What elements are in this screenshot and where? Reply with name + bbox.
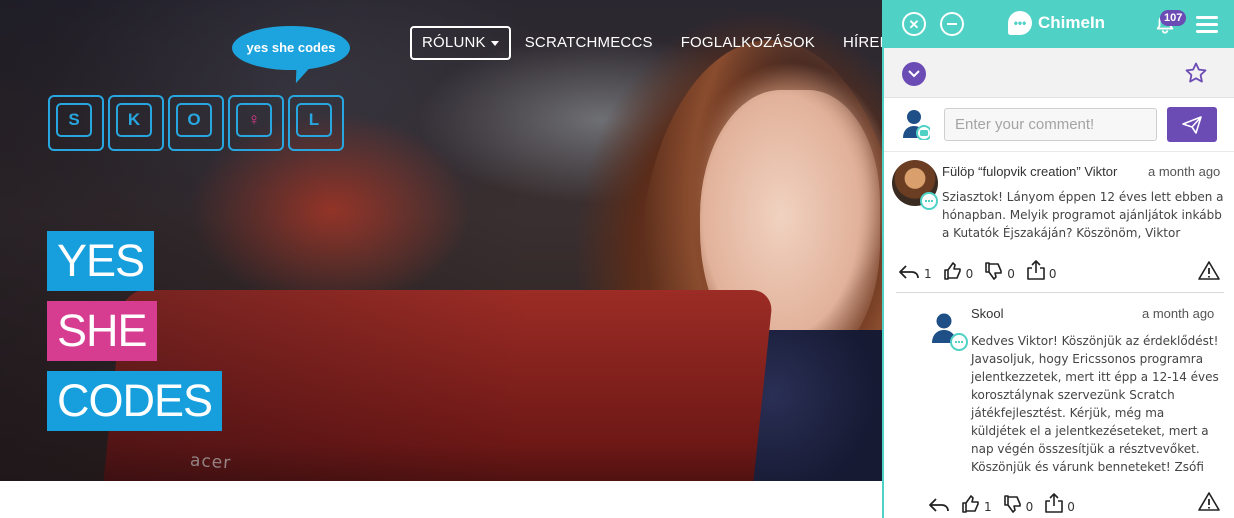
share-icon xyxy=(1045,493,1064,513)
like-button[interactable]: 0 xyxy=(943,262,974,281)
reply-button[interactable]: 1 xyxy=(898,264,932,280)
user-avatar-icon xyxy=(903,110,930,140)
dislike-count: 0 xyxy=(1025,500,1034,514)
reply-count: 1 xyxy=(924,267,932,281)
caret-down-icon xyxy=(490,40,499,46)
chevron-down-icon[interactable] xyxy=(902,62,926,86)
send-button[interactable] xyxy=(1167,107,1217,142)
share-button[interactable]: 0 xyxy=(1027,260,1057,280)
dislike-count: 0 xyxy=(1007,267,1015,281)
comment-body: Kedves Viktor! Köszönjük az érdeklődést!… xyxy=(971,334,1219,474)
headline-yes: YES xyxy=(47,231,155,291)
comment-actions: 1 0 0 xyxy=(928,493,1087,513)
thumbs-down-icon xyxy=(985,262,1003,280)
menu-icon[interactable] xyxy=(1196,16,1218,37)
logo-key: K xyxy=(108,95,164,151)
like-button[interactable]: 1 xyxy=(962,495,992,513)
send-icon xyxy=(1182,115,1202,134)
dislike-button[interactable]: 0 xyxy=(985,262,1015,280)
main-nav: RÓLUNK SCRATCHMECCS FOGLALKOZÁSOK HÍREK xyxy=(410,26,882,60)
comment-time: a month ago xyxy=(1142,306,1215,321)
reply-item: Skool a month ago Kedves Viktor! Köszönj… xyxy=(928,305,1228,515)
notification-count-badge: 107 xyxy=(1160,10,1187,26)
dislike-button[interactable]: 0 xyxy=(1003,495,1034,514)
like-count: 0 xyxy=(965,267,974,281)
report-warning-icon[interactable] xyxy=(1198,260,1220,280)
hero-headline: YES SHE CODES xyxy=(47,231,223,441)
comment-actions: 1 0 0 0 xyxy=(898,260,1069,280)
chat-badge-icon xyxy=(950,333,968,351)
reply-button[interactable] xyxy=(928,497,950,513)
reply-icon xyxy=(899,265,919,279)
logo-key: L xyxy=(288,95,344,151)
logo-key-female-symbol: ♀ xyxy=(228,95,284,151)
logo-key: O xyxy=(168,95,224,151)
logo-key: S xyxy=(48,95,104,151)
comment-time: a month ago xyxy=(1148,164,1221,179)
close-icon[interactable]: ✕ xyxy=(902,12,926,36)
comment-composer xyxy=(884,98,1234,152)
headline-she: SHE xyxy=(47,301,157,361)
hero-banner: acer yes she codes S K O ♀ L RÓLUNK SCRA… xyxy=(0,0,882,481)
nav-item-rolunk[interactable]: RÓLUNK xyxy=(410,26,511,60)
comment-input[interactable] xyxy=(944,108,1157,141)
thumbs-down-icon xyxy=(1003,495,1021,513)
thumbs-up-icon xyxy=(943,262,961,280)
thumbs-up-icon xyxy=(962,495,979,513)
site-logo[interactable]: S K O ♀ L xyxy=(48,95,344,151)
comment-author[interactable]: Skool xyxy=(971,306,1004,321)
panel-toolbar xyxy=(884,48,1234,98)
nav-item-scratchmeccs[interactable]: SCRATCHMECCS xyxy=(511,26,667,60)
chimein-logo-icon: ••• xyxy=(1008,11,1032,35)
nav-item-hirek[interactable]: HÍREK xyxy=(829,26,882,60)
chimein-brand: ••• ChimeIn xyxy=(1008,11,1105,35)
logo-speech-bubble[interactable]: yes she codes xyxy=(232,26,350,70)
panel-header: ✕ ••• ChimeIn 107 xyxy=(884,0,1234,48)
share-button[interactable]: 0 xyxy=(1045,493,1075,513)
comment-body: Sziasztok! Lányom éppen 12 éves lett ebb… xyxy=(942,190,1224,240)
star-icon[interactable] xyxy=(1184,61,1208,85)
share-count: 0 xyxy=(1067,500,1075,514)
comment-author[interactable]: Fülöp “fulopvik creation” Viktor xyxy=(942,164,1117,179)
share-icon xyxy=(1027,260,1045,280)
reply-icon xyxy=(929,498,949,512)
share-count: 0 xyxy=(1048,267,1057,281)
chimein-panel: ✕ ••• ChimeIn 107 Enter your comment! Fü… xyxy=(882,0,1234,518)
like-count: 1 xyxy=(984,500,992,514)
headline-codes: CODES xyxy=(47,371,223,431)
minimize-icon[interactable] xyxy=(940,12,964,36)
comment-item: Fülöp “fulopvik creation” Viktor a month… xyxy=(892,160,1228,290)
comment-divider xyxy=(896,292,1224,293)
nav-item-foglalkozasok[interactable]: FOGLALKOZÁSOK xyxy=(667,26,829,60)
report-warning-icon[interactable] xyxy=(1198,491,1220,511)
chat-badge-icon xyxy=(920,192,938,210)
